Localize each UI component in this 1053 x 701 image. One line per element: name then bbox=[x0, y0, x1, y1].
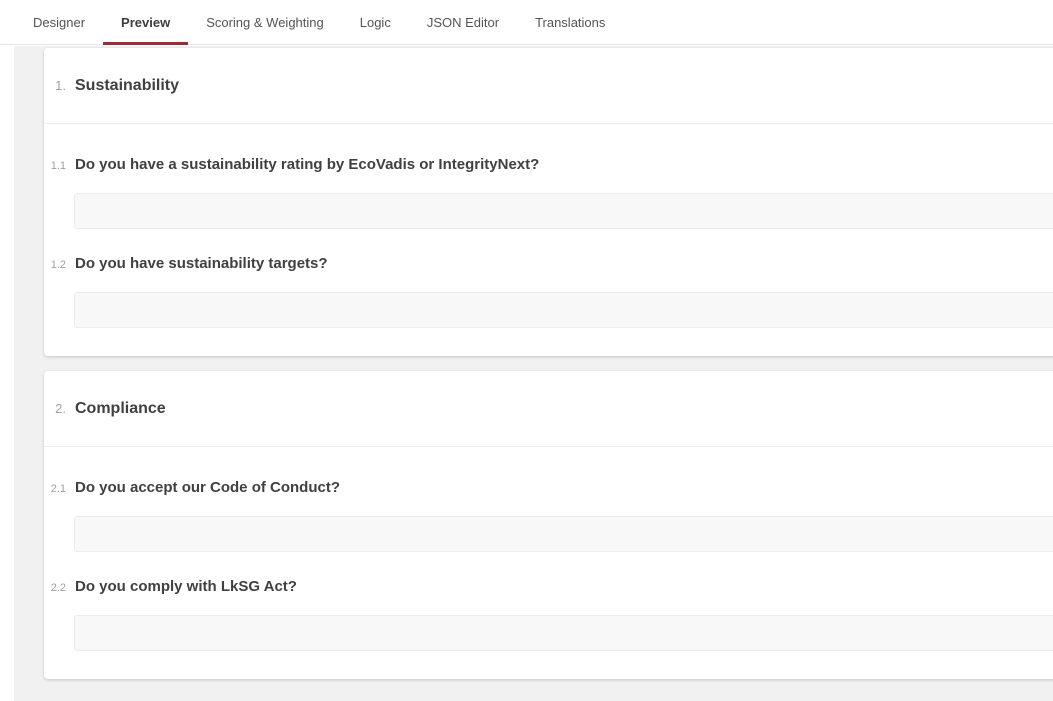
question-block: 1.2 Do you have sustainability targets? bbox=[44, 256, 1053, 328]
section-header: 2. Compliance bbox=[44, 371, 1053, 447]
section-title: Sustainability bbox=[75, 77, 179, 95]
section-card-compliance: 2. Compliance 2.1 Do you accept our Code… bbox=[44, 371, 1053, 679]
section-number: 1. bbox=[44, 78, 66, 93]
tab-scoring-weighting[interactable]: Scoring & Weighting bbox=[188, 0, 342, 44]
tab-preview[interactable]: Preview bbox=[103, 0, 188, 44]
question-title: Do you have a sustainability rating by E… bbox=[75, 157, 539, 172]
question-number: 1.2 bbox=[44, 259, 66, 271]
section-title: Compliance bbox=[75, 400, 166, 418]
question-title-row: 2.1 Do you accept our Code of Conduct? bbox=[44, 480, 1053, 495]
tab-designer[interactable]: Designer bbox=[15, 0, 103, 44]
question-title: Do you accept our Code of Conduct? bbox=[75, 480, 340, 495]
tab-logic[interactable]: Logic bbox=[342, 0, 409, 44]
question-title-row: 2.2 Do you comply with LkSG Act? bbox=[44, 579, 1053, 594]
section-header: 1. Sustainability bbox=[44, 48, 1053, 124]
question-number: 2.1 bbox=[44, 483, 66, 495]
question-block: 2.2 Do you comply with LkSG Act? bbox=[44, 579, 1053, 651]
question-title: Do you comply with LkSG Act? bbox=[75, 579, 297, 594]
creator-tab-bar: Designer Preview Scoring & Weighting Log… bbox=[0, 0, 1053, 45]
question-title: Do you have sustainability targets? bbox=[75, 256, 328, 271]
section-body: 2.1 Do you accept our Code of Conduct? 2… bbox=[44, 447, 1053, 679]
section-card-sustainability: 1. Sustainability 1.1 Do you have a sust… bbox=[44, 48, 1053, 356]
question-input-sustainability-rating[interactable] bbox=[74, 193, 1053, 229]
question-input-lksg-act[interactable] bbox=[74, 615, 1053, 651]
question-input-sustainability-targets[interactable] bbox=[74, 292, 1053, 328]
question-block: 2.1 Do you accept our Code of Conduct? bbox=[44, 480, 1053, 552]
section-number: 2. bbox=[44, 401, 66, 416]
question-block: 1.1 Do you have a sustainability rating … bbox=[44, 157, 1053, 229]
question-title-row: 1.2 Do you have sustainability targets? bbox=[44, 256, 1053, 271]
tab-json-editor[interactable]: JSON Editor bbox=[409, 0, 517, 44]
question-input-code-of-conduct[interactable] bbox=[74, 516, 1053, 552]
section-body: 1.1 Do you have a sustainability rating … bbox=[44, 124, 1053, 356]
question-title-row: 1.1 Do you have a sustainability rating … bbox=[44, 157, 1053, 172]
question-number: 1.1 bbox=[44, 160, 66, 172]
question-number: 2.2 bbox=[44, 582, 66, 594]
tab-translations[interactable]: Translations bbox=[517, 0, 623, 44]
preview-surface: 1. Sustainability 1.1 Do you have a sust… bbox=[14, 46, 1053, 701]
